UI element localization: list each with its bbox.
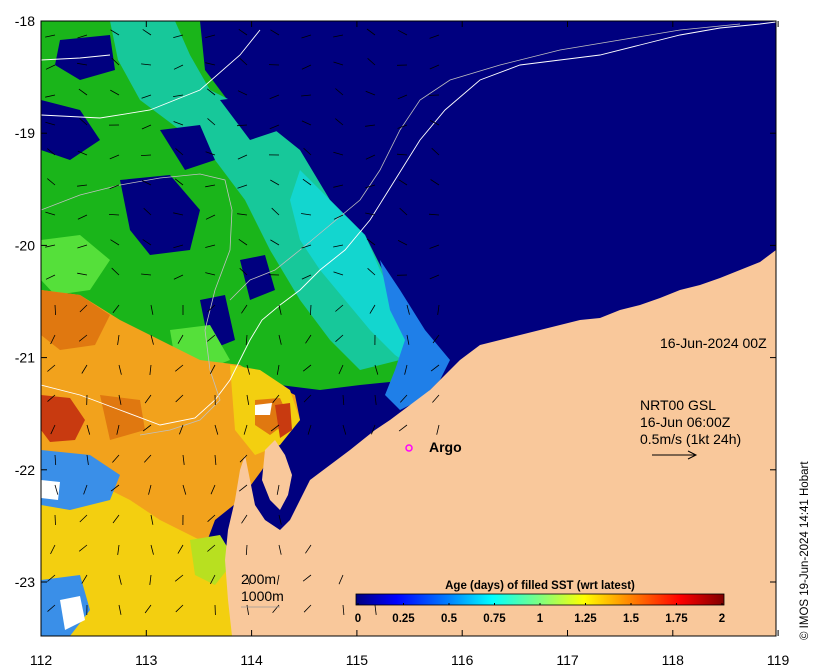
timestamp-label: 16-Jun-2024 00Z xyxy=(660,335,767,351)
x-tick-label: 112 xyxy=(30,652,53,668)
colorbar-tick-label: 0.75 xyxy=(483,613,506,625)
y-tick-label: -20 xyxy=(15,237,35,253)
colorbar-tick-label: 0 xyxy=(355,613,361,625)
y-tick-label: -23 xyxy=(15,574,35,590)
y-tick-label: -19 xyxy=(15,125,35,141)
colorbar-tick-label: 1.75 xyxy=(665,613,688,625)
current-product-label: NRT00 GSL xyxy=(640,397,716,413)
x-tick-label: 118 xyxy=(662,652,685,668)
y-tick-label: -18 xyxy=(15,13,35,29)
current-scale-label: 0.5m/s (1kt 24h) xyxy=(640,431,741,447)
isobath-1000-label: 1000m xyxy=(241,588,284,604)
x-tick-label: 117 xyxy=(556,652,579,668)
colorbar-tick-label: 0.5 xyxy=(441,613,458,625)
sst-age-map: 112 113 114 115 116 117 118 119 -18 -19 -20 -21 -22… xyxy=(15,13,811,668)
y-tick-label: -22 xyxy=(15,462,35,478)
x-tick-label: 116 xyxy=(451,652,474,668)
x-tick-label: 113 xyxy=(135,652,158,668)
colorbar-tick-label: 2 xyxy=(719,613,725,625)
x-tick-label: 114 xyxy=(240,652,263,668)
map-plot-area xyxy=(41,21,776,636)
colorbar-tick-label: 1 xyxy=(537,613,544,625)
x-tick-label: 119 xyxy=(767,652,790,668)
x-tick-label: 115 xyxy=(346,652,369,668)
colorbar-tick-label: 0.25 xyxy=(392,613,415,625)
current-vector-arrow xyxy=(54,514,56,526)
credit-label: © IMOS 19-Jun-2024 14:41 Hobart xyxy=(799,461,811,640)
argo-label: Argo xyxy=(429,439,462,455)
colorbar-tick-label: 1.5 xyxy=(623,613,640,625)
colorbar-tick-label: 1.25 xyxy=(574,613,597,625)
current-time-label: 16-Jun 06:00Z xyxy=(640,414,731,430)
colorbar-title: Age (days) of filled SST (wrt latest) xyxy=(445,580,635,592)
y-tick-label: -21 xyxy=(15,350,35,366)
isobath-200-label: 200m xyxy=(241,571,276,587)
